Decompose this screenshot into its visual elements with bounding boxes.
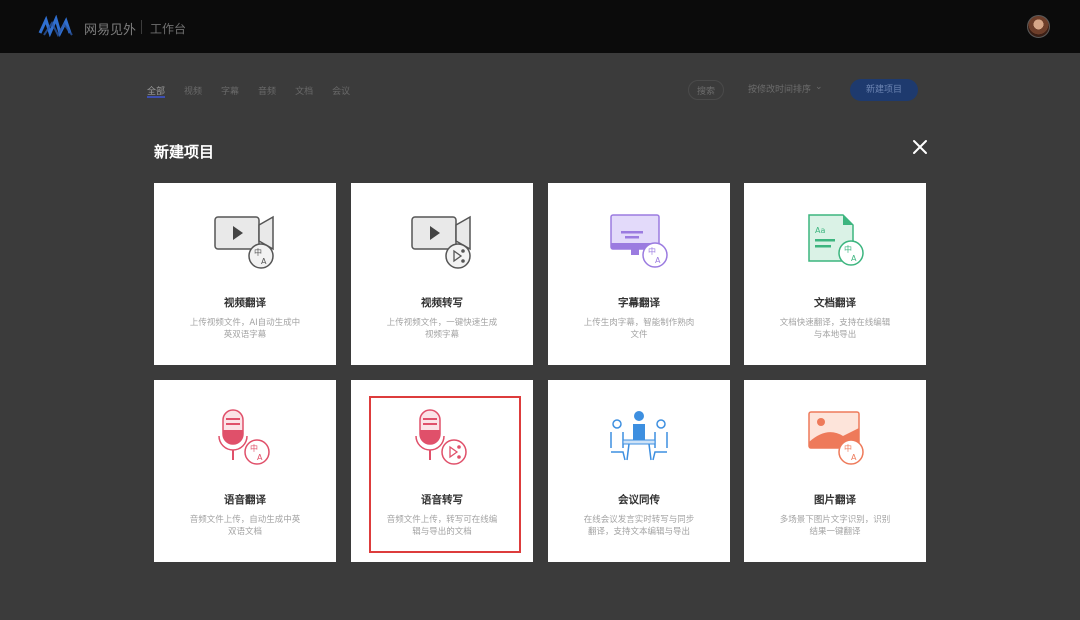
document-translate-icon: Aa 中 A	[808, 214, 864, 266]
card-title: 语音转写	[421, 494, 463, 506]
card-title: 视频翻译	[224, 297, 266, 309]
sort-label: 按修改时间排序	[748, 85, 812, 95]
card-video-transcribe[interactable]: 视频转写 上传视频文件，一键快速生成视频字幕	[351, 183, 533, 365]
workspace-link[interactable]: 工作台	[150, 20, 186, 37]
brand-name: 网易见外	[84, 23, 137, 38]
card-title: 图片翻译	[814, 494, 856, 506]
subtitle-translate-icon: 中 A	[610, 214, 668, 268]
card-title: 文档翻译	[814, 297, 856, 309]
new-project-button[interactable]: 新建项目	[850, 79, 918, 101]
logo-icon	[38, 15, 73, 37]
card-image-translate[interactable]: 中 A 图片翻译 多场景下图片文字识别，识别结果一键翻译	[744, 380, 926, 562]
tab-audio[interactable]: 音频	[258, 84, 276, 98]
sort-dropdown[interactable]: 按修改时间排序 ⌄	[748, 82, 823, 95]
audio-translate-icon: 中 A	[218, 409, 270, 465]
tab-meeting[interactable]: 会议	[332, 84, 350, 98]
card-audio-transcribe[interactable]: 语音转写 音频文件上传，转写可在线编辑与导出的文档	[351, 380, 533, 562]
tab-all[interactable]: 全部	[147, 84, 166, 98]
close-icon[interactable]	[908, 135, 932, 159]
card-description: 在线会议发言实时转写与同步翻译，支持文本编辑与导出	[583, 515, 695, 537]
card-description: 音频文件上传，转写可在线编辑与导出的文档	[386, 515, 498, 537]
card-video-translate[interactable]: 中 A 视频翻译 上传视频文件，AI自动生成中英双语字幕	[154, 183, 336, 365]
svg-text:中: 中	[844, 443, 852, 453]
modal-title: 新建项目	[154, 143, 215, 161]
card-description: 文档快速翻译，支持在线编辑与本地导出	[779, 318, 891, 340]
svg-text:A: A	[257, 453, 263, 462]
svg-text:A: A	[851, 453, 857, 462]
card-description: 上传视频文件，一键快速生成视频字幕	[386, 318, 498, 340]
logo[interactable]	[38, 15, 78, 37]
search-button[interactable]: 搜索	[688, 80, 725, 100]
video-transcribe-icon	[411, 215, 471, 269]
tab-document[interactable]: 文档	[295, 84, 313, 98]
image-translate-icon: 中 A	[808, 411, 864, 465]
card-description: 音频文件上传，自动生成中英双语文档	[189, 515, 301, 537]
svg-text:中: 中	[254, 247, 262, 257]
audio-transcribe-icon	[415, 409, 467, 465]
card-subtitle-translate[interactable]: 中 A 字幕翻译 上传生肉字幕，智能制作熟肉文件	[548, 183, 730, 365]
svg-text:中: 中	[648, 246, 656, 256]
card-title: 字幕翻译	[618, 297, 660, 309]
card-audio-translate[interactable]: 中 A 语音翻译 音频文件上传，自动生成中英双语文档	[154, 380, 336, 562]
tab-subtitle[interactable]: 字幕	[221, 84, 239, 98]
card-document-translate[interactable]: Aa 中 A 文档翻译 文档快速翻译，支持在线编辑与本地导出	[744, 183, 926, 365]
card-description: 多场景下图片文字识别，识别结果一键翻译	[779, 515, 891, 537]
card-description: 上传生肉字幕，智能制作熟肉文件	[583, 318, 695, 340]
brand-divider	[141, 20, 142, 34]
chevron-down-icon: ⌄	[815, 82, 823, 92]
card-title: 语音翻译	[224, 494, 266, 506]
card-description: 上传视频文件，AI自动生成中英双语字幕	[189, 318, 301, 340]
card-title: 视频转写	[421, 297, 463, 309]
search-label: 搜索	[697, 87, 716, 97]
tab-video[interactable]: 视频	[184, 84, 202, 98]
svg-text:Aa: Aa	[815, 226, 825, 235]
card-meeting-interpret[interactable]: 会议同传 在线会议发言实时转写与同步翻译，支持文本编辑与导出	[548, 380, 730, 562]
card-title: 会议同传	[618, 494, 660, 506]
meeting-interpret-icon	[610, 411, 668, 461]
svg-text:A: A	[655, 256, 661, 265]
svg-text:A: A	[261, 257, 267, 266]
svg-text:中: 中	[844, 244, 852, 254]
svg-text:中: 中	[250, 443, 258, 453]
filter-tabs: 全部 视频 字幕 音频 文档 会议	[147, 84, 369, 98]
avatar[interactable]	[1027, 15, 1050, 38]
svg-text:A: A	[851, 254, 857, 263]
top-bar: 网易见外 工作台	[0, 0, 1080, 53]
video-translate-icon: 中 A	[214, 215, 274, 269]
